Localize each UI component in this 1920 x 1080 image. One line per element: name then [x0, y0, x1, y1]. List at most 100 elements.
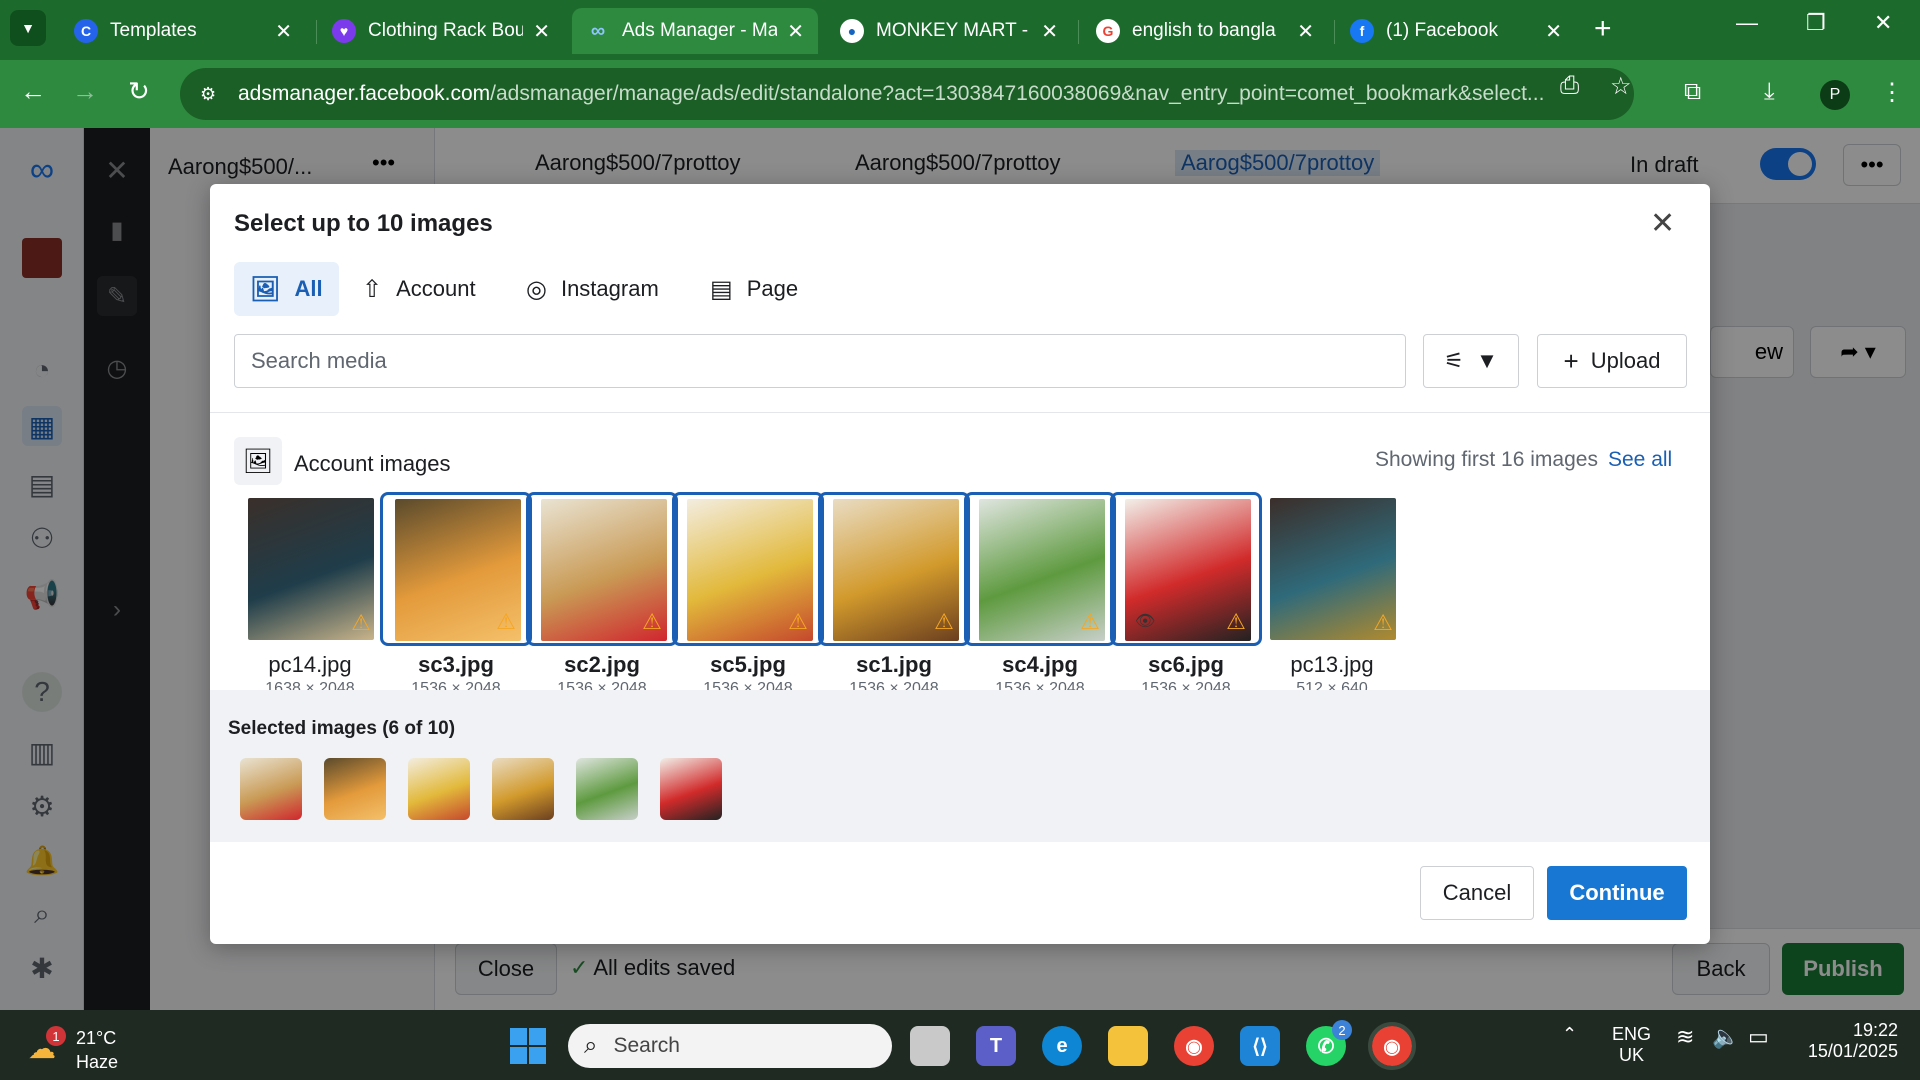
tray-chevron-icon[interactable]: ⌃: [1562, 1024, 1577, 1045]
windows-taskbar: ☁ 1 21°C Haze ⌕ Search T e ◉ ⟨⟩ ✆ 2 ◉ ⌃ …: [0, 1010, 1920, 1080]
back-arrow-icon[interactable]: ←: [20, 76, 46, 107]
new-tab-button[interactable]: +: [1594, 12, 1612, 46]
whatsapp-badge: 2: [1332, 1020, 1352, 1040]
close-icon[interactable]: ✕: [1041, 19, 1058, 44]
warning-icon: ⚠: [496, 609, 516, 634]
upload-button[interactable]: + Upload: [1537, 334, 1687, 388]
profile-avatar[interactable]: P: [1820, 80, 1850, 110]
notification-badge: 1: [46, 1026, 66, 1046]
image-thumbnail[interactable]: ⚠: [1256, 492, 1408, 646]
url-path: /adsmanager/manage/ads/edit/standalone?a…: [490, 82, 1545, 105]
tab-separator: [316, 20, 317, 44]
tab-ads-manager[interactable]: ∞ Ads Manager - Ma ✕: [572, 8, 818, 54]
tab-page[interactable]: ▤ Page: [694, 262, 814, 316]
selected-image-thumbnail[interactable]: [492, 758, 554, 820]
close-icon[interactable]: ✕: [275, 19, 292, 44]
image-thumbnail[interactable]: ⚠: [672, 492, 824, 646]
image-filename: sc2.jpg: [564, 652, 640, 677]
selected-image-thumbnail[interactable]: [240, 758, 302, 820]
showing-count: Showing first 16 images: [1375, 448, 1598, 471]
task-view-icon[interactable]: [910, 1026, 950, 1066]
taskbar-search-label: Search: [613, 1034, 680, 1057]
image-thumbnail[interactable]: ⚠: [818, 492, 970, 646]
window-close-button[interactable]: ✕: [1874, 10, 1892, 36]
search-media-input[interactable]: [234, 334, 1406, 388]
image-dimensions: 1536 × 2048: [849, 680, 939, 690]
image-thumbnail[interactable]: ⚠: [380, 492, 532, 646]
volume-icon[interactable]: 🔈: [1712, 1024, 1739, 1050]
wifi-icon[interactable]: ≋: [1676, 1024, 1694, 1050]
close-icon[interactable]: ✕: [1545, 19, 1562, 44]
selected-image-thumbnail[interactable]: [576, 758, 638, 820]
chrome-active-icon[interactable]: ◉: [1368, 1022, 1416, 1070]
filter-dropdown-button[interactable]: ⚟ ▼: [1423, 334, 1519, 388]
close-icon[interactable]: ✕: [787, 19, 804, 44]
windows-start-icon[interactable]: [510, 1028, 546, 1064]
eye-icon[interactable]: 👁: [1135, 611, 1155, 631]
restore-button[interactable]: ❐: [1806, 10, 1826, 36]
warning-icon: ⚠: [351, 610, 371, 635]
tab-title: english to bangla: [1132, 20, 1276, 41]
browser-tab-strip: ▼ C Templates ✕ ♥ Clothing Rack Bou ✕ ∞ …: [0, 0, 1920, 60]
image-filename: sc4.jpg: [1002, 652, 1078, 677]
continue-button[interactable]: Continue: [1547, 866, 1687, 920]
close-icon[interactable]: ✕: [533, 19, 550, 44]
image-thumbnail[interactable]: ⚠ 👁: [1110, 492, 1262, 646]
image-dimensions: 512 × 640: [1296, 680, 1368, 690]
tab-title: Clothing Rack Bou: [368, 20, 524, 41]
chrome-icon[interactable]: ◉: [1174, 1026, 1214, 1066]
facebook-icon: f: [1350, 19, 1374, 43]
browser-menu-icon[interactable]: ⋮: [1880, 78, 1904, 107]
page-icon: ▤: [710, 275, 733, 303]
see-all-link[interactable]: See all: [1608, 448, 1672, 472]
tab-monkey-mart[interactable]: ● MONKEY MART - F ✕: [826, 8, 1072, 54]
url-host: adsmanager.facebook.com: [238, 82, 491, 105]
address-bar[interactable]: ⚙ adsmanager.facebook.com/adsmanager/man…: [180, 68, 1634, 120]
tab-english-to-bangla[interactable]: G english to bangla ✕: [1082, 8, 1328, 54]
tab-account[interactable]: ⇧ Account: [346, 262, 492, 316]
close-icon[interactable]: ✕: [1650, 206, 1675, 241]
install-app-icon[interactable]: ⎙: [1560, 72, 1579, 100]
cancel-button[interactable]: Cancel: [1420, 866, 1534, 920]
image-thumbnail[interactable]: ⚠: [964, 492, 1116, 646]
close-icon[interactable]: ✕: [1297, 19, 1314, 44]
taskbar-search[interactable]: ⌕ Search: [568, 1024, 892, 1068]
selected-images-tray: Selected images (6 of 10): [210, 690, 1710, 842]
extensions-icon[interactable]: ⧉: [1684, 78, 1701, 106]
image-dimensions: 1638 × 2048: [265, 680, 355, 690]
vscode-icon[interactable]: ⟨⟩: [1240, 1026, 1280, 1066]
tab-separator: [1334, 20, 1335, 44]
teams-icon[interactable]: T: [976, 1026, 1016, 1066]
tab-clothing-rack[interactable]: ♥ Clothing Rack Bou ✕: [318, 8, 564, 54]
image-thumbnail[interactable]: ⚠: [526, 492, 678, 646]
reload-icon[interactable]: ↻: [128, 76, 150, 107]
tab-facebook[interactable]: f (1) Facebook ✕: [1336, 8, 1576, 54]
system-clock[interactable]: 19:22 15/01/2025: [1788, 1020, 1898, 1062]
file-explorer-icon[interactable]: [1108, 1026, 1148, 1066]
tab-all[interactable]: 🖼 All: [234, 262, 339, 316]
battery-icon[interactable]: ▭: [1748, 1024, 1769, 1050]
minimize-button[interactable]: —: [1736, 10, 1758, 36]
image-dimensions: 1536 × 2048: [557, 680, 647, 690]
url-text[interactable]: adsmanager.facebook.com/adsmanager/manag…: [238, 82, 1558, 106]
warning-icon: ⚠: [1373, 610, 1393, 635]
selected-image-thumbnail[interactable]: [324, 758, 386, 820]
language-indicator[interactable]: ENG UK: [1612, 1024, 1651, 1066]
clock-time: 19:22: [1852, 1020, 1898, 1040]
edge-icon[interactable]: e: [1042, 1026, 1082, 1066]
site-info-icon[interactable]: ⚙: [200, 84, 224, 105]
bookmark-star-icon[interactable]: ☆: [1610, 72, 1632, 101]
tab-instagram[interactable]: ◎ Instagram: [510, 262, 675, 316]
selected-image-thumbnail[interactable]: [660, 758, 722, 820]
image-thumbnail[interactable]: ⚠: [234, 492, 386, 646]
selected-image-thumbnail[interactable]: [408, 758, 470, 820]
select-images-dialog: Select up to 10 images ✕ 🖼 All ⇧ Account…: [210, 184, 1710, 944]
download-icon[interactable]: ⤓: [1764, 78, 1775, 106]
tab-search-button[interactable]: ▼: [10, 10, 46, 46]
tab-templates[interactable]: C Templates ✕: [60, 8, 306, 54]
forward-arrow-icon[interactable]: →: [72, 76, 98, 107]
caret-down-icon: ▼: [1476, 348, 1498, 373]
weather-temp: 21°C: [76, 1028, 117, 1048]
image-dimensions: 1536 × 2048: [703, 680, 793, 690]
image-dimensions: 1536 × 2048: [411, 680, 501, 690]
